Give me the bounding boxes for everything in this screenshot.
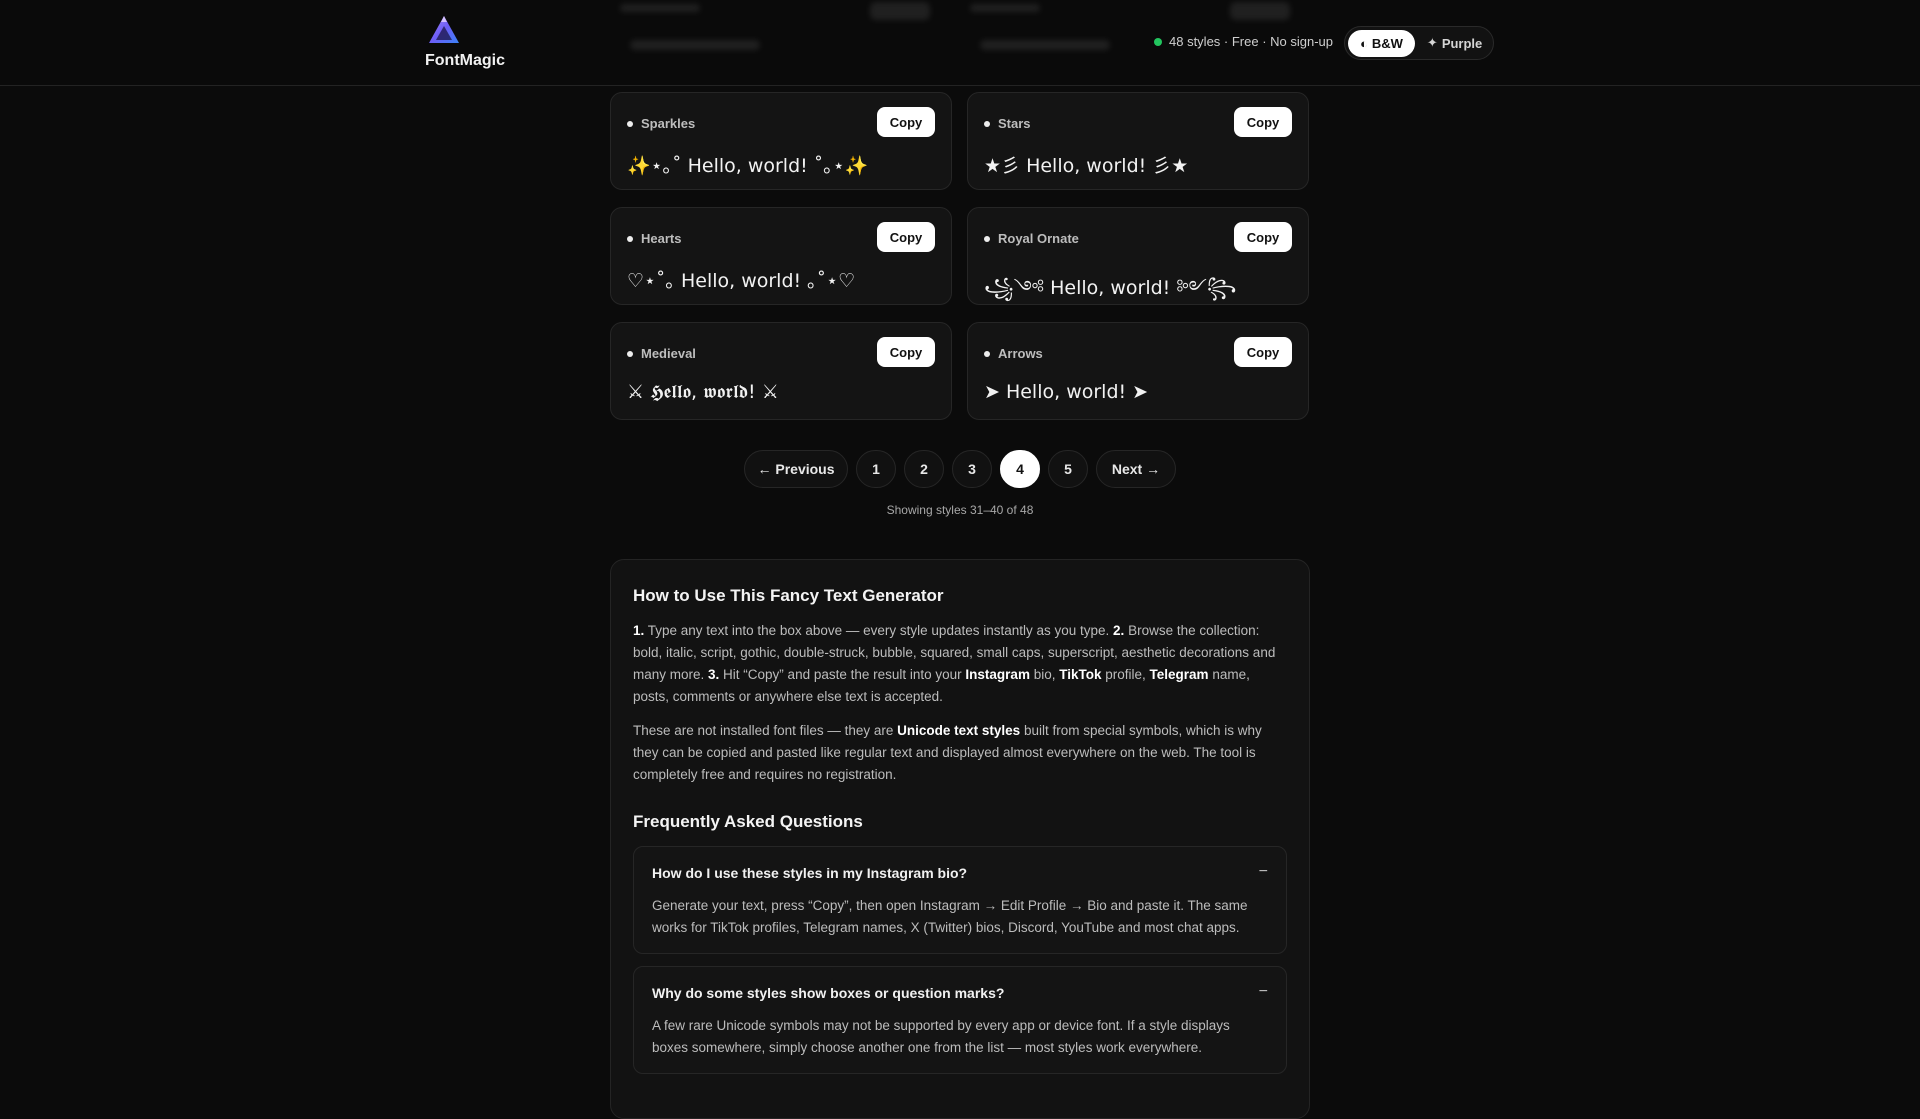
style-card-arrows: Arrows Copy ➤ Hello, world! ➤ [967, 322, 1309, 420]
brand-name: FontMagic [425, 52, 505, 69]
theme-purple-label: Purple [1441, 35, 1483, 51]
bullet-icon [627, 235, 633, 242]
collapse-icon[interactable]: − [1259, 983, 1268, 1001]
bullet-icon [984, 120, 990, 127]
step-number: 1. [633, 623, 645, 638]
platform-tiktok: TikTok [1059, 667, 1102, 682]
brand[interactable]: FontMagic [425, 14, 515, 70]
sparkle-icon: ✦ [1426, 35, 1438, 50]
style-name-label: Medieval [641, 346, 696, 361]
bullet-icon [627, 120, 633, 127]
previous-page-button[interactable]: ← Previous [744, 450, 848, 488]
site-header: FontMagic 48 styles · Free · No sign-up … [0, 0, 1920, 86]
faq-answer: Generate your text, press “Copy”, then o… [652, 898, 1248, 935]
page-button-4-current[interactable]: 4 [1000, 450, 1040, 488]
style-name: Arrows [984, 346, 1043, 361]
style-card-sparkles: Sparkles Copy ✨⋆｡˚ Hello, world! ˚｡⋆✨ [610, 92, 952, 190]
faq-item[interactable]: Why do some styles show boxes or questio… [633, 966, 1287, 1074]
style-name-label: Sparkles [641, 116, 696, 131]
next-page-button[interactable]: Next → [1096, 450, 1176, 488]
style-name-label: Royal Ornate [998, 231, 1079, 246]
platform-instagram: Instagram [965, 667, 1030, 682]
step-number: 3. [708, 667, 720, 682]
status-info: 48 styles · Free · No sign-up [1154, 34, 1333, 49]
style-card-stars: Stars Copy ★彡 Hello, world! 彡★ [967, 92, 1309, 190]
theme-bw-button[interactable]: ◐ B&W [1348, 29, 1415, 57]
style-name: Stars [984, 116, 1031, 131]
online-dot-icon [1154, 37, 1162, 46]
style-card-hearts: Hearts Copy ♡⋆˚｡ Hello, world! ｡˚⋆♡ [610, 207, 952, 305]
copy-button[interactable]: Copy [1234, 107, 1292, 137]
how-to-section: How to Use This Fancy Text Generator 1. … [610, 559, 1310, 1119]
how-to-title: How to Use This Fancy Text Generator [633, 586, 944, 605]
style-name-label: Hearts [641, 231, 682, 246]
style-name-label: Arrows [998, 346, 1043, 361]
step-text: bio, [1029, 667, 1060, 682]
style-name-label: Stars [998, 116, 1031, 131]
faq-question[interactable]: Why do some styles show boxes or questio… [652, 985, 1268, 1001]
step-text: profile, [1101, 667, 1150, 682]
explanation-text: These are not installed font files — the… [633, 723, 898, 738]
style-name: Royal Ornate [984, 231, 1079, 246]
copy-button[interactable]: Copy [1234, 337, 1292, 367]
step-text: Type any text into the box above — every… [644, 623, 1114, 638]
style-sample-text: ➤ Hello, world! ➤ [984, 381, 1149, 403]
page-button-1[interactable]: 1 [856, 450, 896, 488]
style-card-royal-ornate: Royal Ornate Copy ꧁༺ Hello, world! ༻꧂ [967, 207, 1309, 305]
step-text: Hit “Copy” and paste the result into you… [719, 667, 966, 682]
step-number: 2. [1113, 623, 1125, 638]
scrolled-content-ghost [610, 0, 1310, 60]
platform-telegram: Telegram [1149, 667, 1209, 682]
copy-button[interactable]: Copy [1234, 222, 1292, 252]
style-sample-text: ★彡 Hello, world! 彡★ [984, 155, 1189, 177]
style-sample-text: ♡⋆˚｡ Hello, world! ｡˚⋆♡ [627, 270, 856, 292]
bullet-icon [984, 350, 990, 357]
faq-item[interactable]: How do I use these styles in my Instagra… [633, 846, 1287, 954]
copy-button[interactable]: Copy [877, 107, 935, 137]
unicode-text-styles-emphasis: Unicode text styles [897, 723, 1021, 738]
collapse-icon[interactable]: − [1259, 863, 1268, 881]
status-text: 48 styles · Free · No sign-up [1169, 34, 1334, 49]
style-sample-text: ✨⋆｡˚ Hello, world! ˚｡⋆✨ [627, 155, 869, 177]
style-sample-text: ⚔ 𝕳𝖊𝖑𝖑𝖔, 𝖜𝖔𝖗𝖑𝖉! ⚔ [627, 381, 779, 403]
copy-button[interactable]: Copy [877, 337, 935, 367]
style-name: Hearts [627, 231, 681, 246]
pagination: ← Previous 1 2 3 4 5 Next → [0, 450, 1920, 490]
style-sample-text: ꧁༺ Hello, world! ༻꧂ [984, 277, 1237, 299]
style-name: Sparkles [627, 116, 695, 131]
bullet-icon [984, 235, 990, 242]
page-button-5[interactable]: 5 [1048, 450, 1088, 488]
copy-button[interactable]: Copy [877, 222, 935, 252]
unicode-explanation: These are not installed font files — the… [633, 720, 1287, 786]
faq-question[interactable]: How do I use these styles in my Instagra… [652, 865, 1268, 881]
half-circle-icon: ◐ [1360, 35, 1368, 51]
showing-count-text: Showing styles 31–40 of 48 [886, 503, 1034, 517]
logo-icon [429, 16, 459, 43]
page-button-3[interactable]: 3 [952, 450, 992, 488]
how-to-steps: 1. Type any text into the box above — ev… [633, 620, 1287, 708]
style-name: Medieval [627, 346, 696, 361]
page-button-2[interactable]: 2 [904, 450, 944, 488]
theme-bw-label: B&W [1371, 35, 1403, 51]
style-card-medieval: Medieval Copy ⚔ 𝕳𝖊𝖑𝖑𝖔, 𝖜𝖔𝖗𝖑𝖉! ⚔ [610, 322, 952, 420]
faq-answer: A few rare Unicode symbols may not be su… [652, 1018, 1230, 1055]
faq-title: Frequently Asked Questions [633, 812, 863, 831]
theme-purple-button[interactable]: ✦ Purple [1415, 29, 1494, 57]
bullet-icon [627, 350, 633, 357]
theme-switch: ◐ B&W ✦ Purple [1344, 26, 1494, 60]
